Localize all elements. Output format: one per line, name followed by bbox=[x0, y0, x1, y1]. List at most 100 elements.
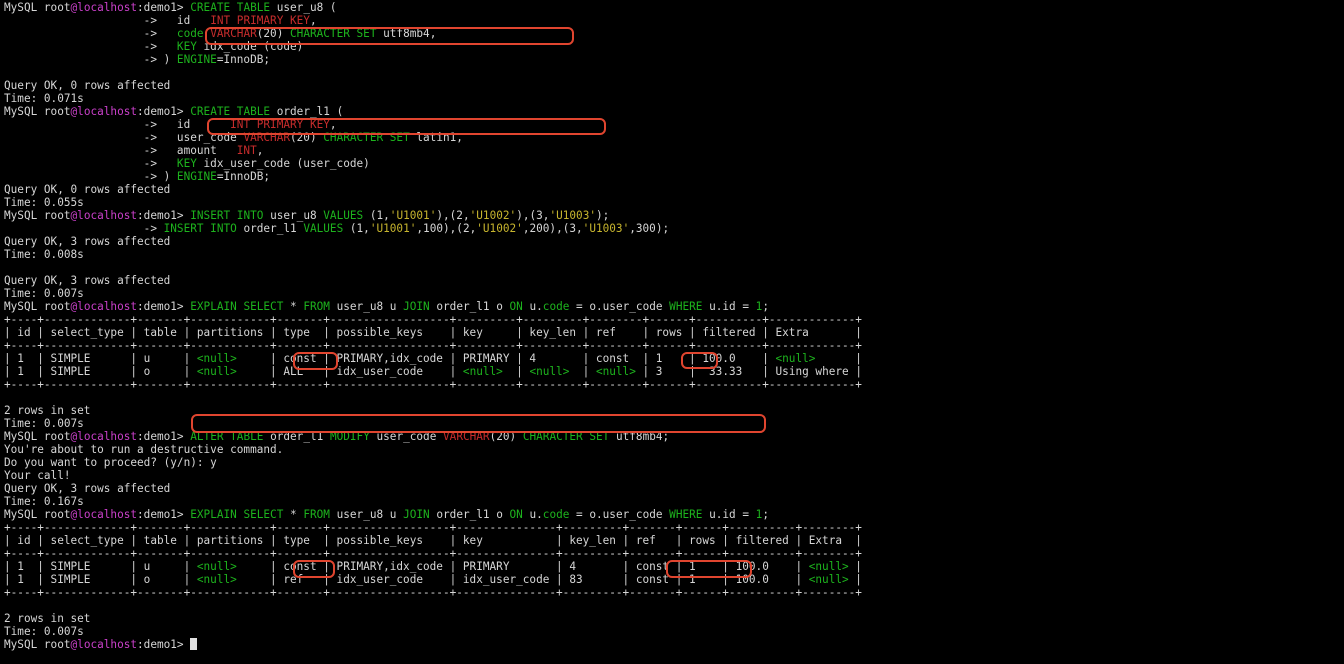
terminal-text: , bbox=[256, 144, 264, 157]
terminal-text: :demo1> bbox=[137, 1, 191, 14]
terminal-text: WHERE bbox=[669, 300, 703, 313]
terminal-text: code bbox=[176, 27, 204, 40]
terminal-text: Time: 0.007s bbox=[4, 287, 84, 300]
terminal-line: Query OK, 0 rows affected bbox=[4, 183, 862, 196]
terminal-text: ),(2, bbox=[436, 209, 470, 222]
terminal-text: ; bbox=[762, 300, 769, 313]
terminal-text: JOIN bbox=[403, 300, 430, 313]
terminal-text: <null> bbox=[529, 365, 570, 378]
terminal-text: code bbox=[542, 300, 570, 313]
terminal-line: -> id INT PRIMARY KEY, bbox=[4, 14, 862, 27]
terminal-text: ; bbox=[762, 508, 769, 521]
terminal-text: u.id = bbox=[702, 508, 756, 521]
terminal-line: | 1 | SIMPLE | o | <null> | ALL | idx_us… bbox=[4, 365, 862, 378]
terminal-line: | id | select_type | table | partitions … bbox=[4, 534, 862, 547]
terminal-text: INSERT INTO bbox=[190, 209, 264, 222]
terminal-text: order_l1 bbox=[236, 222, 304, 235]
terminal-text: MySQL root bbox=[4, 638, 71, 651]
terminal-text: -> amount bbox=[4, 144, 237, 157]
terminal-text: VARCHAR bbox=[243, 131, 290, 144]
terminal-line: -> code VARCHAR(20) CHARACTER SET utf8mb… bbox=[4, 27, 862, 40]
terminal-line: +----+-------------+-------+------------… bbox=[4, 339, 862, 352]
terminal-line: Query OK, 3 rows affected bbox=[4, 274, 862, 287]
terminal-text: = o.user_code bbox=[569, 300, 670, 313]
terminal-text: ,300); bbox=[629, 222, 670, 235]
terminal-text: 'U1001' bbox=[369, 222, 417, 235]
terminal-text: = o.user_code bbox=[569, 508, 670, 521]
terminal-text: +----+-------------+-------+------------… bbox=[4, 313, 862, 326]
terminal-line: Time: 0.007s bbox=[4, 625, 862, 638]
terminal-text: VARCHAR bbox=[210, 27, 257, 40]
terminal-text: 2 rows in set bbox=[4, 612, 91, 625]
terminal-text: user_u8 u bbox=[329, 508, 404, 521]
terminal-line: Time: 0.071s bbox=[4, 92, 862, 105]
terminal-text: <null> bbox=[196, 560, 237, 573]
terminal-line: | 1 | SIMPLE | u | <null> | const | PRIM… bbox=[4, 352, 862, 365]
terminal-text: user_u8 bbox=[263, 209, 324, 222]
terminal-text: :demo1> bbox=[137, 638, 191, 651]
terminal-text: | 1 | SIMPLE | u | bbox=[4, 352, 197, 365]
terminal-text: PRIMARY KEY bbox=[236, 14, 310, 27]
terminal-line: MySQL root@localhost:demo1> INSERT INTO … bbox=[4, 209, 862, 222]
terminal-text: ON bbox=[509, 300, 523, 313]
terminal-text: user_u8 u bbox=[329, 300, 404, 313]
terminal-text: | bbox=[848, 560, 862, 573]
terminal-text: MySQL root bbox=[4, 430, 71, 443]
terminal-text: Time: 0.007s bbox=[4, 417, 84, 430]
terminal-text: ALTER TABLE bbox=[190, 430, 264, 443]
terminal-text: ); bbox=[596, 209, 610, 222]
terminal-text: CHARACTER SET bbox=[323, 131, 410, 144]
terminal-line: -> KEY idx_user_code (user_code) bbox=[4, 157, 862, 170]
terminal-line: | id | select_type | table | partitions … bbox=[4, 326, 862, 339]
terminal-text: CREATE TABLE bbox=[190, 1, 271, 14]
terminal-text: =InnoDB; bbox=[216, 53, 271, 66]
terminal-text: | ALL | idx_user_code | bbox=[236, 365, 463, 378]
terminal-line: 2 rows in set bbox=[4, 612, 862, 625]
terminal-text: | bbox=[502, 365, 530, 378]
terminal-text: FROM bbox=[303, 300, 330, 313]
terminal-text: (1, bbox=[343, 222, 370, 235]
terminal-line: -> INSERT INTO order_l1 VALUES (1,'U1001… bbox=[4, 222, 862, 235]
terminal-text: <null> bbox=[462, 365, 503, 378]
terminal-text: (20) bbox=[256, 27, 291, 40]
terminal-line: MySQL root@localhost:demo1> ALTER TABLE … bbox=[4, 430, 862, 443]
terminal-text: , bbox=[329, 118, 337, 131]
terminal-line: +----+-------------+-------+------------… bbox=[4, 378, 862, 391]
terminal-text: -> user_code bbox=[4, 131, 244, 144]
terminal-text: ),(3, bbox=[516, 209, 550, 222]
terminal-line: -> id INT PRIMARY KEY, bbox=[4, 118, 862, 131]
terminal-text: INT bbox=[236, 144, 257, 157]
terminal-line: Time: 0.007s bbox=[4, 287, 862, 300]
terminal-text: | const | PRIMARY,idx_code | PRIMARY | 4… bbox=[236, 560, 809, 573]
terminal-text: ,200),(3, bbox=[522, 222, 583, 235]
terminal-text: order_l1 o bbox=[429, 300, 510, 313]
terminal-text: * bbox=[283, 508, 304, 521]
terminal-text: user_u8 ( bbox=[270, 1, 337, 14]
terminal-text: order_l1 ( bbox=[270, 105, 344, 118]
terminal-text: idx_code (code) bbox=[196, 40, 304, 53]
terminal-text: Query OK, 0 rows affected bbox=[4, 79, 171, 92]
terminal-text: Time: 0.055s bbox=[4, 196, 84, 209]
terminal-text: Query OK, 3 rows affected bbox=[4, 235, 171, 248]
terminal-text: 'U1002' bbox=[469, 209, 517, 222]
terminal-output[interactable]: MySQL root@localhost:demo1> CREATE TABLE… bbox=[4, 1, 862, 651]
terminal-text: ,100),(2, bbox=[416, 222, 477, 235]
terminal-line: Time: 0.055s bbox=[4, 196, 862, 209]
terminal-text: 'U1003' bbox=[549, 209, 597, 222]
terminal-text: | id | select_type | table | partitions … bbox=[4, 534, 862, 547]
terminal-text: :demo1> bbox=[137, 508, 191, 521]
terminal-line: Query OK, 0 rows affected bbox=[4, 79, 862, 92]
terminal-text: EXPLAIN SELECT bbox=[190, 508, 284, 521]
terminal-line: Your call! bbox=[4, 469, 862, 482]
terminal-cursor[interactable] bbox=[190, 638, 198, 650]
terminal-text: order_l1 bbox=[263, 430, 330, 443]
terminal-text: INT bbox=[210, 14, 231, 27]
terminal-text: 'U1001' bbox=[389, 209, 437, 222]
terminal-line: MySQL root@localhost:demo1> CREATE TABLE… bbox=[4, 105, 862, 118]
terminal-text: code bbox=[542, 508, 570, 521]
terminal-text: @localhost bbox=[70, 430, 138, 443]
terminal-text: | 1 | SIMPLE | o | bbox=[4, 573, 197, 586]
terminal-line: | 1 | SIMPLE | u | <null> | const | PRIM… bbox=[4, 560, 862, 573]
terminal-text: Query OK, 3 rows affected bbox=[4, 482, 171, 495]
